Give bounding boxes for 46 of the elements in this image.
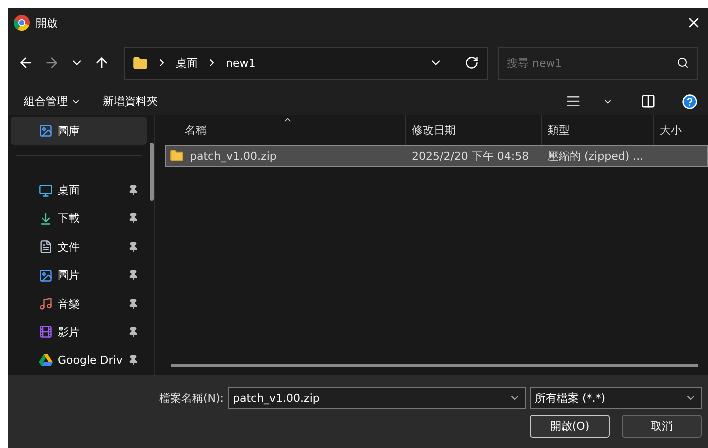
filename-field[interactable]: patch_v1.00.zip bbox=[228, 387, 526, 409]
toolbar-button[interactable]: 新增資料夾 bbox=[103, 94, 158, 109]
download-icon bbox=[39, 212, 53, 226]
gallery-icon bbox=[39, 124, 53, 138]
address-bar[interactable]: 桌面 new1 bbox=[124, 46, 488, 80]
search-field[interactable]: 搜尋 new1 bbox=[498, 46, 698, 80]
view-icon[interactable] bbox=[566, 94, 581, 109]
music-icon bbox=[39, 297, 53, 312]
app-logo-icon bbox=[14, 15, 30, 31]
sidebar-item[interactable]: 圖庫 bbox=[11, 117, 147, 146]
breadcrumb[interactable]: 桌面 bbox=[176, 56, 198, 70]
folder-icon bbox=[133, 56, 148, 70]
file-row[interactable]: patch_v1.00.zip 2025/2/20 下午 04:58 壓縮的 (zipped) ... bbox=[165, 145, 708, 167]
sidebar-item[interactable]: Google Driv bbox=[11, 346, 147, 375]
sidebar-item[interactable]: 文件 bbox=[11, 233, 147, 262]
window-title: 開啟 bbox=[36, 16, 59, 30]
column-header[interactable]: 名稱 bbox=[165, 115, 405, 145]
picture-icon bbox=[39, 268, 53, 283]
drive-icon bbox=[39, 354, 53, 368]
filename-label: 檔案名稱(N): bbox=[158, 390, 224, 406]
up-button[interactable] bbox=[94, 55, 110, 71]
breadcrumb[interactable]: new1 bbox=[226, 56, 256, 70]
back-button[interactable] bbox=[18, 55, 34, 71]
forward-button[interactable] bbox=[44, 55, 60, 71]
table-cell: patch_v1.00.zip bbox=[166, 149, 406, 163]
refresh-icon[interactable] bbox=[465, 56, 479, 70]
video-icon bbox=[39, 325, 53, 340]
table-cell-text: 壓縮的 (zipped) ... bbox=[547, 148, 645, 164]
search-icon bbox=[677, 56, 689, 68]
table-cell-text: 2025/2/20 下午 04:58 bbox=[411, 148, 530, 164]
sidebar-item[interactable]: 桌面 bbox=[11, 176, 147, 205]
sidebar-item[interactable]: 影片 bbox=[11, 318, 147, 347]
scrollbar[interactable] bbox=[171, 364, 698, 367]
scrollbar-thumb[interactable] bbox=[150, 143, 154, 201]
sidebar-item[interactable]: 圖片 bbox=[11, 261, 147, 290]
filetype-dropdown[interactable]: 所有檔案 (*.*) bbox=[530, 387, 702, 409]
sidebar-item[interactable]: 音樂 bbox=[11, 290, 147, 318]
document-icon bbox=[39, 240, 53, 254]
preview-pane-icon[interactable] bbox=[641, 94, 656, 109]
sidebar-item[interactable]: 下載 bbox=[11, 204, 147, 234]
desktop-icon bbox=[39, 184, 53, 198]
toolbar-button[interactable]: 組合管理 bbox=[24, 94, 81, 109]
help-icon[interactable] bbox=[682, 94, 698, 110]
dialog-button[interactable]: 開啟(O) bbox=[530, 414, 610, 438]
dialog-button[interactable]: 取消 bbox=[622, 414, 702, 438]
zip-folder-icon bbox=[170, 149, 184, 163]
